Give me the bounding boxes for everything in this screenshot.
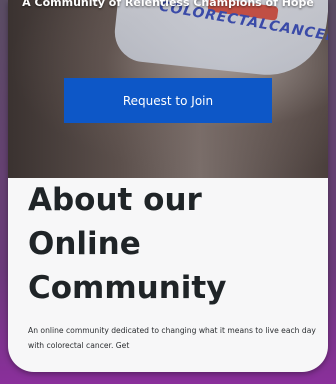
- request-to-join-button[interactable]: Request to Join: [64, 78, 272, 123]
- phone-screen: COLORECTALCANCER A Community of Relentle…: [8, 0, 328, 372]
- about-description: An online community dedicated to changin…: [28, 326, 316, 350]
- hero-tagline: A Community of Relentless Champions of H…: [22, 0, 314, 9]
- about-heading: About our Online Community: [28, 182, 227, 306]
- hero-banner: COLORECTALCANCER A Community of Relentle…: [8, 0, 328, 178]
